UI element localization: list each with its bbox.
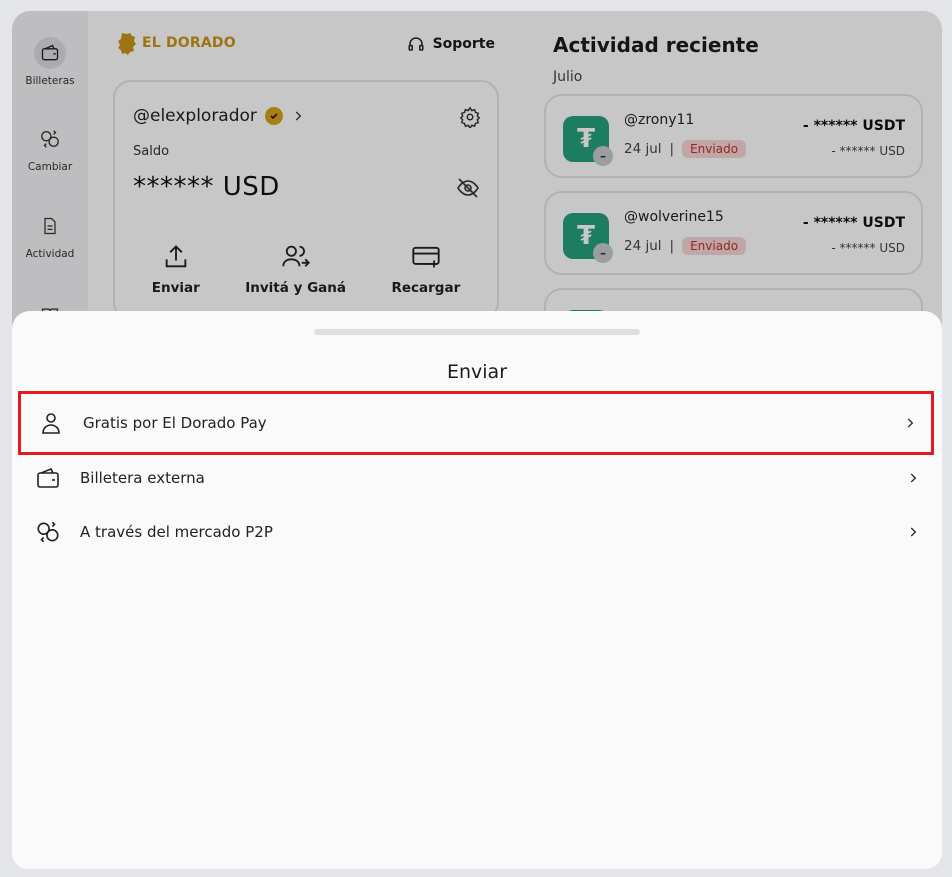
option-p2p-market[interactable]: A través del mercado P2P	[18, 500, 934, 564]
wallet-icon	[28, 466, 68, 490]
option-label: A través del mercado P2P	[80, 523, 273, 541]
sheet-drag-handle[interactable]	[314, 329, 640, 335]
user-icon	[31, 410, 71, 436]
chevron-right-icon	[906, 470, 920, 486]
send-bottom-sheet: Enviar Gratis por El Dorado Pay Billeter…	[12, 311, 942, 869]
option-label: Gratis por El Dorado Pay	[83, 414, 267, 432]
chevron-right-icon	[903, 415, 917, 431]
chevron-right-icon	[906, 524, 920, 540]
exchange-icon	[28, 519, 68, 545]
sheet-title: Enviar	[446, 361, 508, 383]
option-label: Billetera externa	[80, 469, 205, 487]
